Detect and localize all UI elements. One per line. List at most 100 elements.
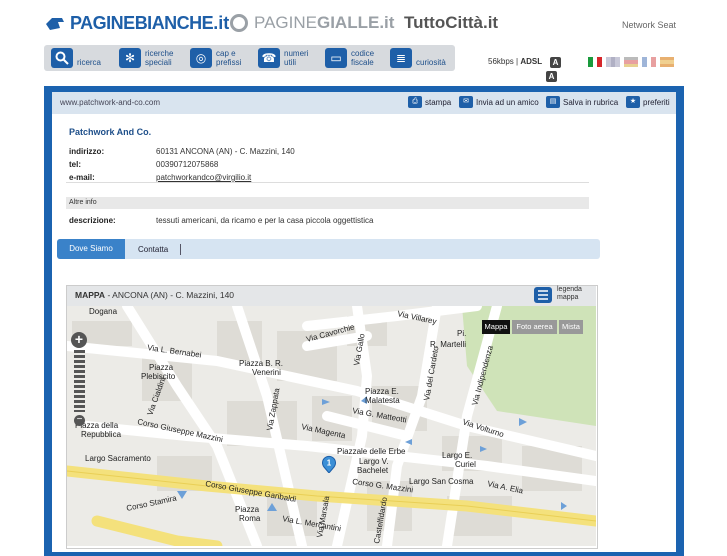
folder-icon: ▤ <box>546 96 560 108</box>
street-label: Piazzale delle Erbe <box>337 447 406 456</box>
street-label: Roma <box>239 514 261 523</box>
action-label: preferiti <box>643 97 670 107</box>
map-type-foto-aerea[interactable]: Foto aerea <box>512 320 557 334</box>
gear-icon: ✻ <box>119 48 141 68</box>
toolbar-label: numeri utili <box>284 49 309 67</box>
street-label: Dogana <box>89 307 118 316</box>
speed-adsl-link[interactable]: ADSL <box>520 57 542 66</box>
brand2-part-a: PAGINE <box>254 13 317 32</box>
tuttocitta-logo[interactable]: TuttoCittà.it <box>404 12 498 34</box>
map-title-bold: MAPPA <box>75 290 106 300</box>
description-value: tessuti americani, da ricamo e per la ca… <box>156 216 374 225</box>
description-label: descrizione: <box>69 216 116 225</box>
street-label: Largo E. <box>442 451 472 460</box>
phone-value: 00390712075868 <box>156 160 219 169</box>
zoom-in-button[interactable]: + <box>71 332 87 348</box>
language-flags <box>588 57 674 67</box>
network-seat-link[interactable]: Network Seat <box>622 20 676 30</box>
street-label: Repubblica <box>81 430 122 439</box>
phone-label: tel: <box>69 160 81 169</box>
globe-icon: ◎ <box>190 48 212 68</box>
street-label: Malatesta <box>365 396 400 405</box>
hand-pointer-icon <box>46 18 64 30</box>
map-type-mista[interactable]: Mista <box>559 320 583 334</box>
toolbar-item-curiosita[interactable]: ≣ curiosità <box>390 47 446 69</box>
action-label: Salva in rubrica <box>563 97 619 107</box>
search-icon <box>51 48 73 68</box>
tab-dove-siamo[interactable]: Dove Siamo <box>57 239 125 259</box>
action-stampa[interactable]: ⎙ stampa <box>408 95 451 109</box>
adsl-badge-secondary[interactable]: A <box>546 71 557 82</box>
marker-label: 1 <box>327 459 332 468</box>
english-flag-icon[interactable] <box>606 57 621 67</box>
toolbar-item-ricerca[interactable]: ricerca <box>51 47 101 69</box>
adsl-badge[interactable]: A <box>550 57 561 68</box>
toolbar-label: codice fiscale <box>351 49 375 67</box>
brand3-text: TuttoCittà.it <box>404 13 499 32</box>
brand1-part-b: BIANCHE <box>134 12 214 33</box>
map-type-mappa[interactable]: Mappa <box>482 320 510 334</box>
toolbar-item-numeri-utili[interactable]: ☎ numeri utili <box>258 47 308 69</box>
street-label: Venerini <box>252 368 281 377</box>
street-label: Piazza <box>149 363 174 372</box>
tab-contatta[interactable]: Contatta <box>138 245 168 254</box>
street-label: Piazza <box>235 505 260 514</box>
action-label: Invia ad un amico <box>476 97 539 107</box>
map-pin-icon: 1 <box>322 455 336 474</box>
street-label: Pi. <box>457 329 466 338</box>
card-icon: ▭ <box>325 48 347 68</box>
divider <box>66 182 589 183</box>
legend-link[interactable]: legenda mappa <box>557 286 582 302</box>
printer-icon: ⎙ <box>408 96 422 108</box>
toolbar-item-cap-prefissi[interactable]: ◎ cap e prefissi <box>190 47 241 69</box>
action-label: stampa <box>425 97 452 107</box>
brand1-part-a: PAGINE <box>70 12 135 33</box>
brand2-part-b: GIALLE <box>316 13 380 32</box>
website-link[interactable]: www.patchwork-and-co.com <box>60 98 160 107</box>
street-label: Bachelet <box>357 466 389 475</box>
map-marker[interactable]: 1 <box>321 455 337 474</box>
street-label: Largo V. <box>359 457 389 466</box>
email-link[interactable]: patchworkandco@virgilio.it <box>156 173 251 182</box>
action-preferiti[interactable]: ★ preferiti <box>626 95 670 109</box>
map-title: MAPPA - ANCONA (AN) - C. Mazzini, 140 <box>75 290 234 300</box>
phone-icon: ☎ <box>258 48 280 68</box>
brand1-part-c: .it <box>213 12 230 33</box>
email-label: e-mail: <box>69 173 95 182</box>
street-label: Largo Sacramento <box>85 454 151 463</box>
street-label: Via A. Elia <box>487 479 525 495</box>
spanish-flag-icon[interactable] <box>660 57 674 67</box>
street-label: Largo San Cosma <box>409 477 474 486</box>
g-circle-icon <box>230 14 248 32</box>
street-label: Piazza E. <box>365 387 399 396</box>
toolbar-item-codice-fiscale[interactable]: ▭ codice fiscale <box>325 47 374 69</box>
tab-divider <box>180 244 181 255</box>
book-icon: ≣ <box>390 48 412 68</box>
brand2-part-c: .it <box>379 13 395 32</box>
mail-icon: ✉ <box>459 96 473 108</box>
toolbar-item-ricerche-speciali[interactable]: ✻ ricerche speciali <box>119 47 173 69</box>
street-label: Curiel <box>455 460 476 469</box>
italian-flag-icon[interactable] <box>588 57 603 67</box>
german-flag-icon[interactable] <box>624 57 638 67</box>
street-label: Corso Stamira <box>126 493 178 513</box>
star-icon: ★ <box>626 96 640 108</box>
connection-speed: 56kbps | ADSL <box>488 57 543 66</box>
paginegialle-logo[interactable]: PAGINE GIALLE .it <box>230 12 394 34</box>
toolbar-label: curiosità <box>416 57 446 67</box>
toolbar-label: cap e prefissi <box>216 49 242 67</box>
toolbar-label: ricerca <box>77 57 102 67</box>
speed-56k-link[interactable]: 56kbps <box>488 57 514 66</box>
address-label: indirizzo: <box>69 147 105 156</box>
zoom-out-button[interactable]: − <box>74 415 85 426</box>
legend-icon[interactable] <box>534 287 552 303</box>
paginebianche-logo[interactable]: PAGINE BIANCHE .it <box>44 12 229 34</box>
map-canvas[interactable]: Dogana Via L. Bernabei Piazza Plebiscito… <box>67 306 596 546</box>
street-label: Piazza B. R. <box>239 359 283 368</box>
action-invia-amico[interactable]: ✉ Invia ad un amico <box>459 95 539 109</box>
zoom-slider[interactable] <box>74 350 85 412</box>
toolbar-label: ricerche speciali <box>145 49 174 67</box>
french-flag-icon[interactable] <box>642 57 657 67</box>
address-value: 60131 ANCONA (AN) - C. Mazzini, 140 <box>156 147 295 156</box>
action-salva-rubrica[interactable]: ▤ Salva in rubrica <box>546 95 618 109</box>
